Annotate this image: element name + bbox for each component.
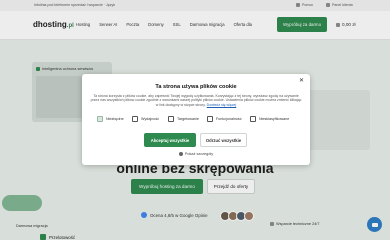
accept-all-button[interactable]: Akceptuj wszystkie xyxy=(144,133,196,147)
checkbox-targeting[interactable] xyxy=(168,116,174,122)
show-details-link[interactable]: Pokaż szczegóły xyxy=(82,152,310,156)
cookie-option-performance[interactable]: Wydajność xyxy=(132,116,159,122)
cookie-option-targeting[interactable]: Targetowanie xyxy=(168,116,199,122)
show-details-label: Pokaż szczegóły xyxy=(184,152,214,156)
checkbox-unclassified[interactable] xyxy=(250,116,256,122)
cookie-title: Ta strona używa plików cookie xyxy=(155,84,237,90)
checkbox-performance[interactable] xyxy=(132,116,138,122)
cookie-options: Niezbędne Wydajność Targetowanie Funkcjo… xyxy=(97,116,297,124)
cookie-option-unclassified[interactable]: Niesklasyfikowane xyxy=(250,116,289,122)
cookie-body-text: Ta strona korzysta z plików cookie, aby … xyxy=(90,94,302,107)
cookie-body: Ta strona korzysta z plików cookie, aby … xyxy=(90,94,302,107)
reject-all-button[interactable]: Odrzuć wszystkie xyxy=(200,133,247,147)
gear-icon xyxy=(178,152,183,156)
checkbox-necessary[interactable] xyxy=(97,116,103,122)
cookie-option-label: Funkcjonalność xyxy=(216,117,242,121)
checkbox-functionality[interactable] xyxy=(207,116,213,122)
cookie-option-label: Niesklasyfikowane xyxy=(259,117,290,121)
cookie-option-necessary[interactable]: Niezbędne xyxy=(97,116,124,122)
cookie-dialog: ✕ Ta strona używa plików cookie Ta stron… xyxy=(82,74,310,165)
cookie-option-label: Niezbędne xyxy=(106,117,124,121)
cookie-option-label: Wydajność xyxy=(141,117,160,121)
cookie-option-functionality[interactable]: Funkcjonalność xyxy=(207,116,242,122)
learn-more-link[interactable]: Dowiedz się więcej xyxy=(207,103,237,107)
cookie-option-label: Targetowanie xyxy=(177,117,199,121)
